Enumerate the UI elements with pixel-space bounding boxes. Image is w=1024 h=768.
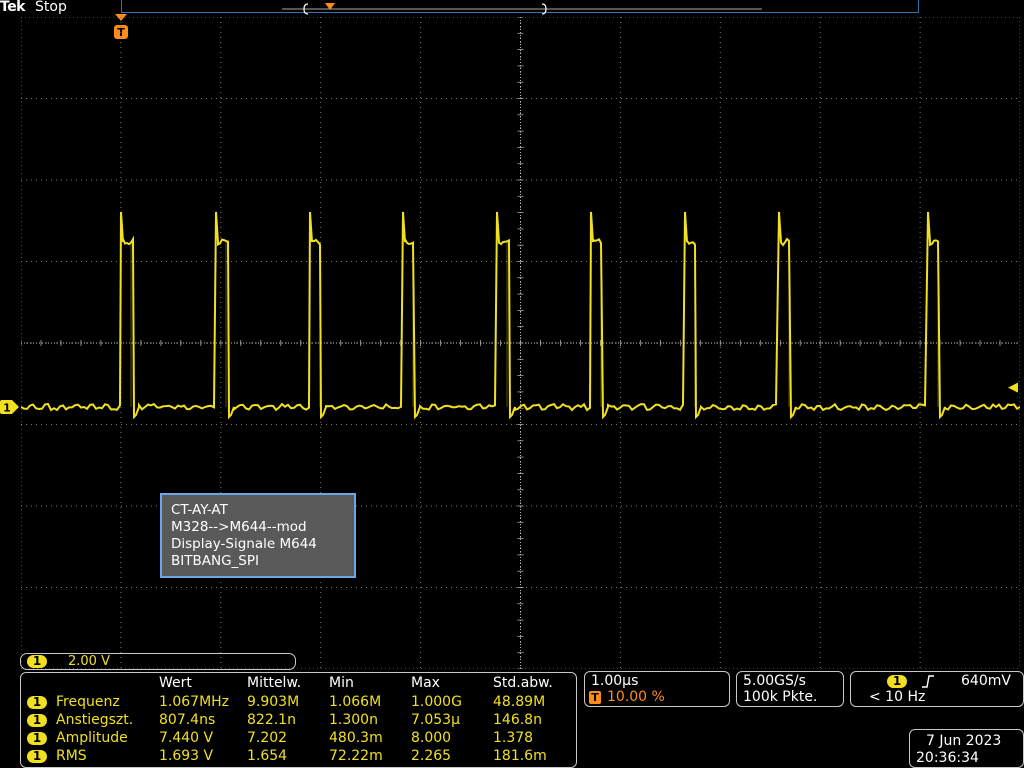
note-line: M328-->M644--mod [171,519,307,535]
rising-edge-icon [922,675,934,688]
channel-badge: 1 [27,750,47,763]
measure-mean: 1.654 [247,748,288,764]
measure-row[interactable]: 1 RMS 1.693 V 1.654 72.22m 2.265 181.6m [21,748,576,766]
measure-mean: 7.202 [247,730,288,746]
measure-header: Mittelw. [247,675,302,691]
measure-header: Wert [159,675,192,691]
note-line: BITBANG_SPI [171,553,259,569]
top-status-bar: Tek Stop [0,0,1024,16]
measure-name: Amplitude [56,730,128,746]
annotation-note[interactable]: CT-AY-AT M328-->M644--mod Display-Signal… [160,493,356,578]
timebase-readout[interactable]: 1.00µs T 10.00 % [584,671,730,707]
measure-stddev: 181.6m [493,748,547,764]
measure-row[interactable]: 1 Anstiegszt. 807.4ns 822.1n 1.300n 7.05… [21,712,576,730]
measure-mean: 822.1n [247,712,296,728]
measure-name: RMS [56,748,87,764]
note-line: CT-AY-AT [171,502,228,518]
ch1-ground-marker[interactable]: 1 [0,400,19,415]
measure-value: 7.440 V [159,730,214,746]
measure-min: 72.22m [329,748,383,764]
measure-header: Max [411,675,440,691]
measure-name: Frequenz [56,694,120,710]
run-state-label: Stop [35,0,67,15]
trigger-frequency: < 10 Hz [869,689,926,705]
channel-badge: 1 [27,696,47,709]
channel-badge: 1 [27,714,47,727]
record-overview-bar [121,0,919,15]
record-length: 100k Pkte. [743,689,818,705]
measure-value: 1.693 V [159,748,214,764]
ch1-scale-value: 2.00 V [68,654,110,669]
date: 7 Jun 2023 [926,733,1002,749]
channel-badge: 1 [27,732,47,745]
channel-badge: 1 [27,655,47,668]
svg-text:1: 1 [3,402,11,415]
measure-max: 8.000 [411,730,452,746]
measure-header: Std.abw. [493,675,553,691]
trigger-level-arrow-icon[interactable]: ◀ [1008,380,1018,395]
time: 20:36:34 [916,750,979,766]
measure-header: Min [329,675,354,691]
measurements-panel[interactable]: Wert Mittelw. Min Max Std.abw. 1 Frequen… [20,672,577,768]
datetime-readout: 7 Jun 2023 20:36:34 [909,729,1024,768]
measure-mean: 9.903M [247,694,300,710]
measure-row[interactable]: 1 Amplitude 7.440 V 7.202 480.3m 8.000 1… [21,730,576,748]
channel-badge: 1 [887,675,907,688]
trigger-readout[interactable]: 1 640mV < 10 Hz [850,671,1024,707]
trigger-level: 640mV [961,673,1011,689]
measure-min: 1.066M [329,694,382,710]
trigger-badge: T [589,691,601,704]
measure-value: 807.4ns [159,712,216,728]
trigger-position: 10.00 % [607,689,665,705]
measure-max: 2.265 [411,748,452,764]
measure-value: 1.067MHz [159,694,230,710]
measure-row[interactable]: 1 Frequenz 1.067MHz 9.903M 1.066M 1.000G… [21,694,576,712]
note-line: Display-Signale M644 [171,536,317,552]
measure-max: 7.053µ [411,712,460,728]
measure-min: 480.3m [329,730,383,746]
brand-logo: Tek [0,0,26,15]
measure-min: 1.300n [329,712,378,728]
measure-max: 1.000G [411,694,462,710]
sampling-readout[interactable]: 5.00GS/s 100k Pkte. [736,671,844,707]
record-window-indicator [282,3,762,15]
timebase-scale: 1.00µs [591,673,639,689]
measure-stddev: 1.378 [493,730,534,746]
measure-stddev: 48.89M [493,694,546,710]
ch1-scale-readout[interactable]: 1 2.00 V [20,653,296,670]
measure-name: Anstiegszt. [56,712,134,728]
sample-rate: 5.00GS/s [743,673,806,689]
measure-stddev: 146.8n [493,712,542,728]
